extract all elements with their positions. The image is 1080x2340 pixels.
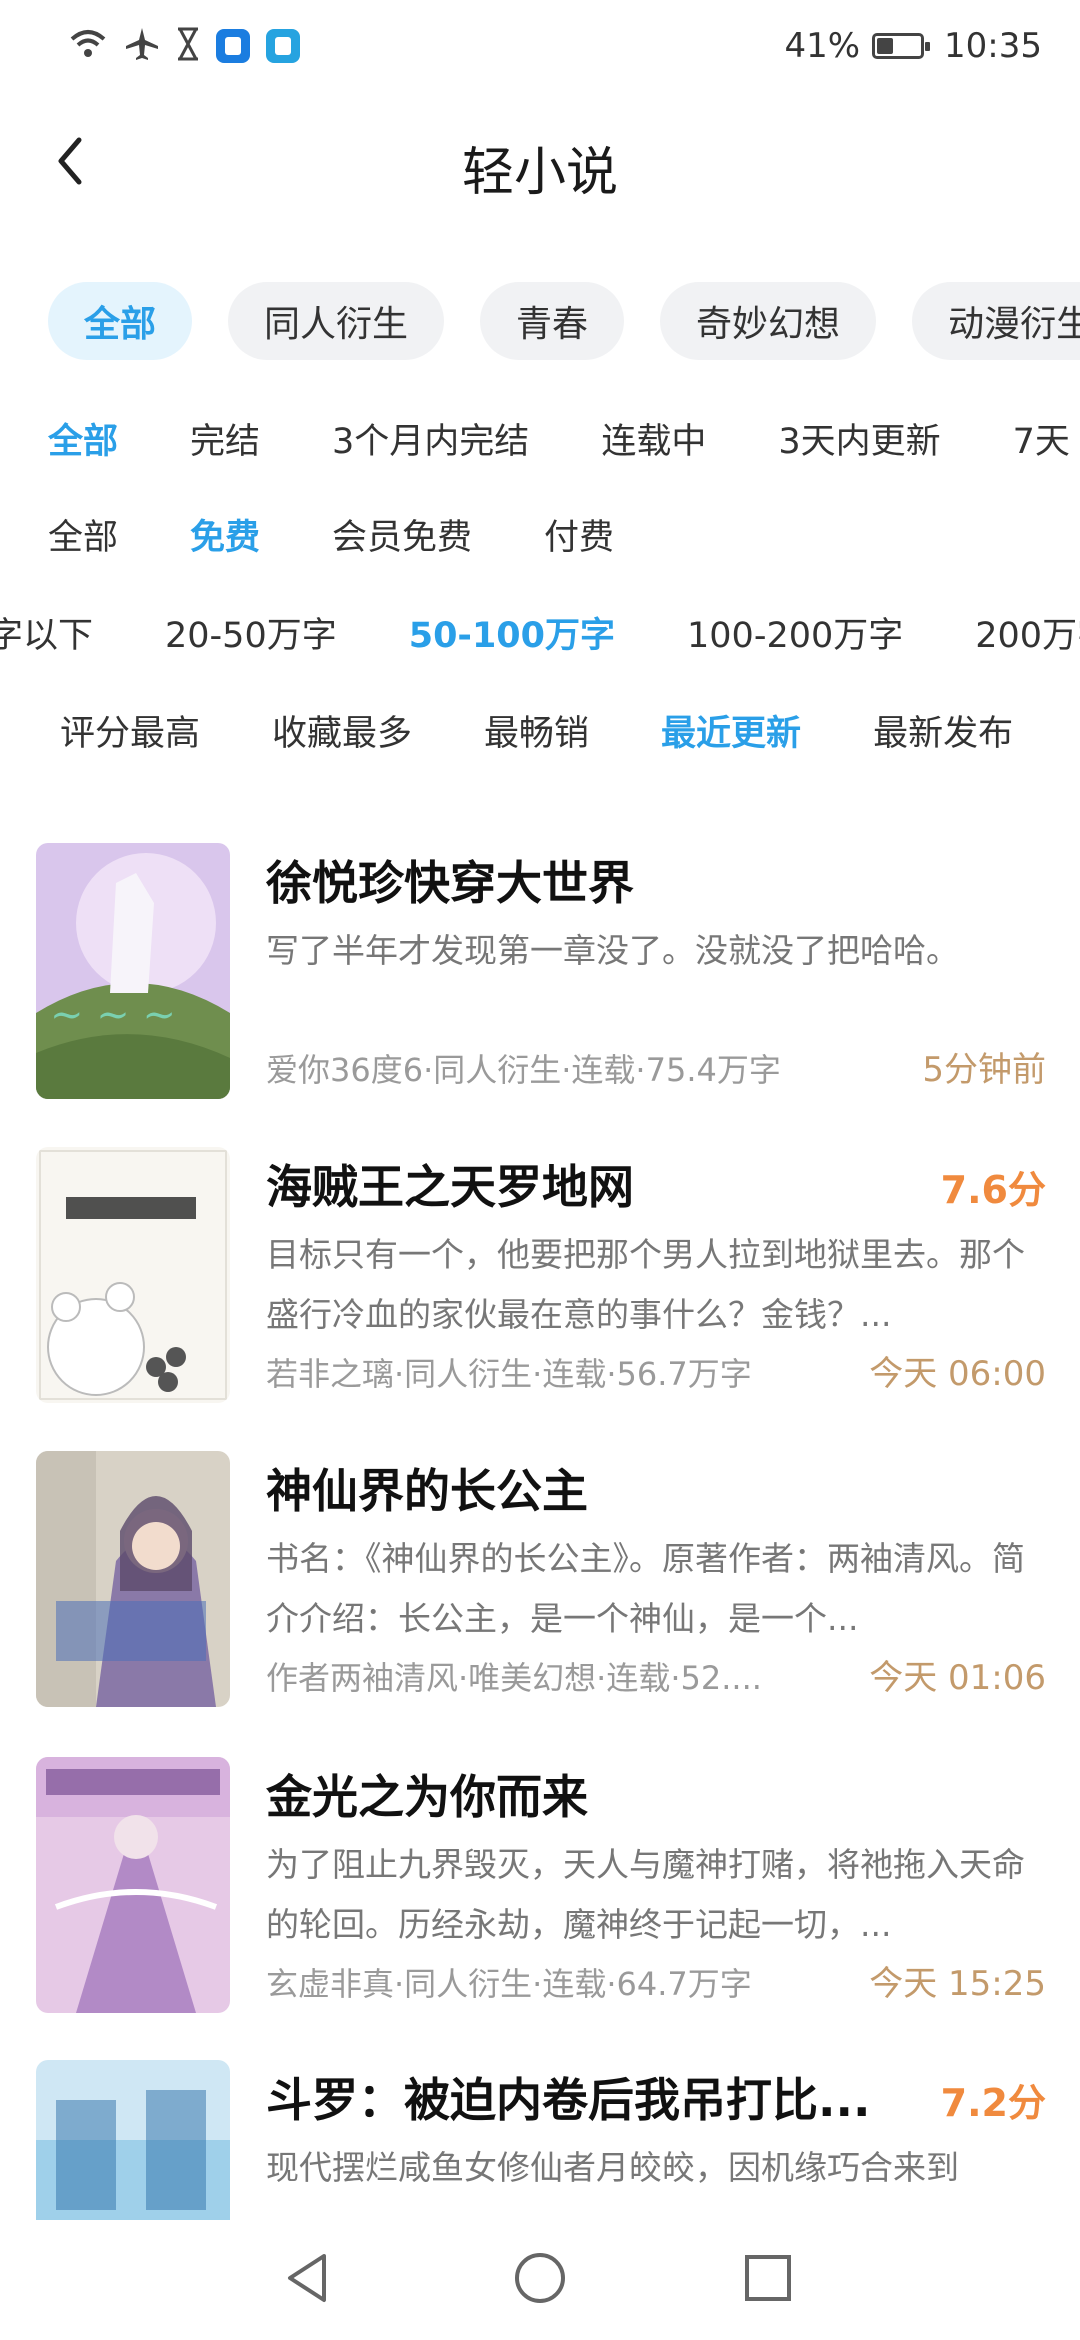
book-item[interactable]: ~ ~ ~ 徐悦珍快穿大世界 写了半年才发现第一章没了。没就没了把哈哈。 爱你3… [36,843,1046,1099]
words-option-under[interactable]: 字以下 [0,607,93,658]
words-option-200-plus[interactable]: 200万字 [975,607,1080,658]
book-cover [36,1757,230,2013]
battery-icon [872,33,931,59]
status-option-all[interactable]: 全部 [48,413,118,464]
price-option-paid[interactable]: 付费 [544,509,614,560]
book-description: 写了半年才发现第一章没了。没就没了把哈哈。 [266,931,959,970]
book-title: 金光之为你而来 [266,1770,588,1824]
battery-fill [877,38,894,54]
book-description: 为了阻止九界毁灭，天人与魔神打赌，将祂拖入天命的轮回。历经永劫，魔神终于记起一切… [266,1845,1025,1944]
status-filter-row: 全部 完结 3个月内完结 连载中 3天内更新 7天 [48,413,1070,464]
status-bar: 41% 10:35 [0,0,1080,96]
nav-back-button[interactable] [276,2248,340,2312]
category-chip-fanfic[interactable]: 同人衍生 [228,282,445,360]
status-icons [68,24,300,68]
words-option-20-50[interactable]: 20-50万字 [165,607,337,658]
book-item[interactable]: 海贼王之天罗地网 7.6分 目标只有一个，他要把那个男人拉到地狱里去。那个盛行冷… [36,1147,1046,1403]
svg-text:~ ~ ~: ~ ~ ~ [50,992,176,1038]
status-option-updated-3days[interactable]: 3天内更新 [778,413,940,464]
book-cover [36,1451,230,1707]
battery-percent: 41% [784,26,861,66]
book-description: 书名：《神仙界的长公主》。原著作者：两袖清风。简介介绍：长公主，是一个神仙，是一… [266,1539,1025,1638]
price-option-free[interactable]: 免费 [190,509,260,560]
book-title: 海贼王之天罗地网 [266,1160,634,1214]
book-description: 目标只有一个，他要把那个男人拉到地狱里去。那个盛行冷血的家伙最在意的事什么？金钱… [266,1235,1025,1334]
sort-option-rating[interactable]: 评分最高 [60,705,200,756]
category-chip-all[interactable]: 全部 [48,282,193,360]
category-chip-anime[interactable]: 动漫衍生 [912,282,1080,360]
book-meta: 玄虚非真·同人衍生·连载·64.7万字 [266,1965,752,2003]
status-option-finished-3months[interactable]: 3个月内完结 [332,413,529,464]
book-cover [36,1147,230,1403]
wordcount-filter-row: 字以下 20-50万字 50-100万字 100-200万字 200万字 [0,607,1080,658]
back-triangle-icon [284,2252,332,2308]
status-right: 41% 10:35 [784,24,1042,68]
system-nav-bar [0,2220,1080,2340]
book-score: 7.2分 [940,2081,1046,2125]
book-title: 神仙界的长公主 [266,1464,588,1518]
price-filter-row: 全部 免费 会员免费 付费 [48,509,614,560]
status-option-ongoing[interactable]: 连载中 [601,413,706,464]
book-meta: 爱你36度6·同人衍生·连载·75.4万字 [266,1051,781,1089]
book-update-time: 今天 01:06 [869,1658,1046,1698]
sort-option-recently-updated[interactable]: 最近更新 [661,705,801,756]
book-app-icon [266,29,300,63]
page-title: 轻小说 [461,143,618,203]
category-chip-fantasy[interactable]: 奇妙幻想 [660,282,877,360]
book-item[interactable]: 斗罗：被迫内卷后我吊打比... 7.2分 现代摆烂咸鱼女修仙者月皎皎，因机缘巧合… [36,2060,1046,2220]
book-item[interactable]: 金光之为你而来 为了阻止九界毁灭，天人与魔神打赌，将祂拖入天命的轮回。历经永劫，… [36,1757,1046,2013]
nav-recents-button[interactable] [736,2248,800,2312]
book-update-time: 5分钟前 [922,1050,1046,1090]
book-update-time: 今天 06:00 [869,1354,1046,1394]
sort-option-bestselling[interactable]: 最畅销 [484,705,589,756]
book-score: 7.6分 [940,1168,1046,1212]
price-option-all[interactable]: 全部 [48,509,118,560]
status-option-finished[interactable]: 完结 [190,413,260,464]
book-title: 斗罗：被迫内卷后我吊打比... [266,2073,871,2127]
sort-option-favorites[interactable]: 收藏最多 [272,705,412,756]
book-update-time: 今天 15:25 [869,1964,1046,2004]
status-option-7days[interactable]: 7天 [1013,413,1070,464]
category-filter-row: 全部 同人衍生 青春 奇妙幻想 动漫衍生 [48,282,1080,360]
words-option-50-100[interactable]: 50-100万字 [409,607,615,658]
sort-filter-row: 评分最高 收藏最多 最畅销 最近更新 最新发布 [60,705,1013,756]
price-option-member-free[interactable]: 会员免费 [332,509,472,560]
book-meta: 作者两袖清风·唯美幻想·连载·52.... [266,1659,762,1697]
airplane-icon [124,26,160,66]
book-title: 徐悦珍快穿大世界 [266,856,634,910]
wifi-icon [68,27,108,65]
recents-square-icon [743,2253,793,2307]
home-circle-icon [513,2251,567,2309]
sort-option-newest[interactable]: 最新发布 [873,705,1013,756]
book-cover: ~ ~ ~ [36,843,230,1099]
book-description: 现代摆烂咸鱼女修仙者月皎皎，因机缘巧合来到 [266,2148,959,2187]
clock: 10:35 [944,26,1042,66]
shield-app-icon [216,29,250,63]
hourglass-icon [176,27,200,65]
category-chip-youth[interactable]: 青春 [480,282,625,360]
book-cover [36,2060,230,2220]
nav-home-button[interactable] [508,2248,572,2312]
words-option-100-200[interactable]: 100-200万字 [687,607,903,658]
book-item[interactable]: 神仙界的长公主 书名：《神仙界的长公主》。原著作者：两袖清风。简介介绍：长公主，… [36,1451,1046,1707]
book-meta: 若非之璃·同人衍生·连载·56.7万字 [266,1355,752,1393]
